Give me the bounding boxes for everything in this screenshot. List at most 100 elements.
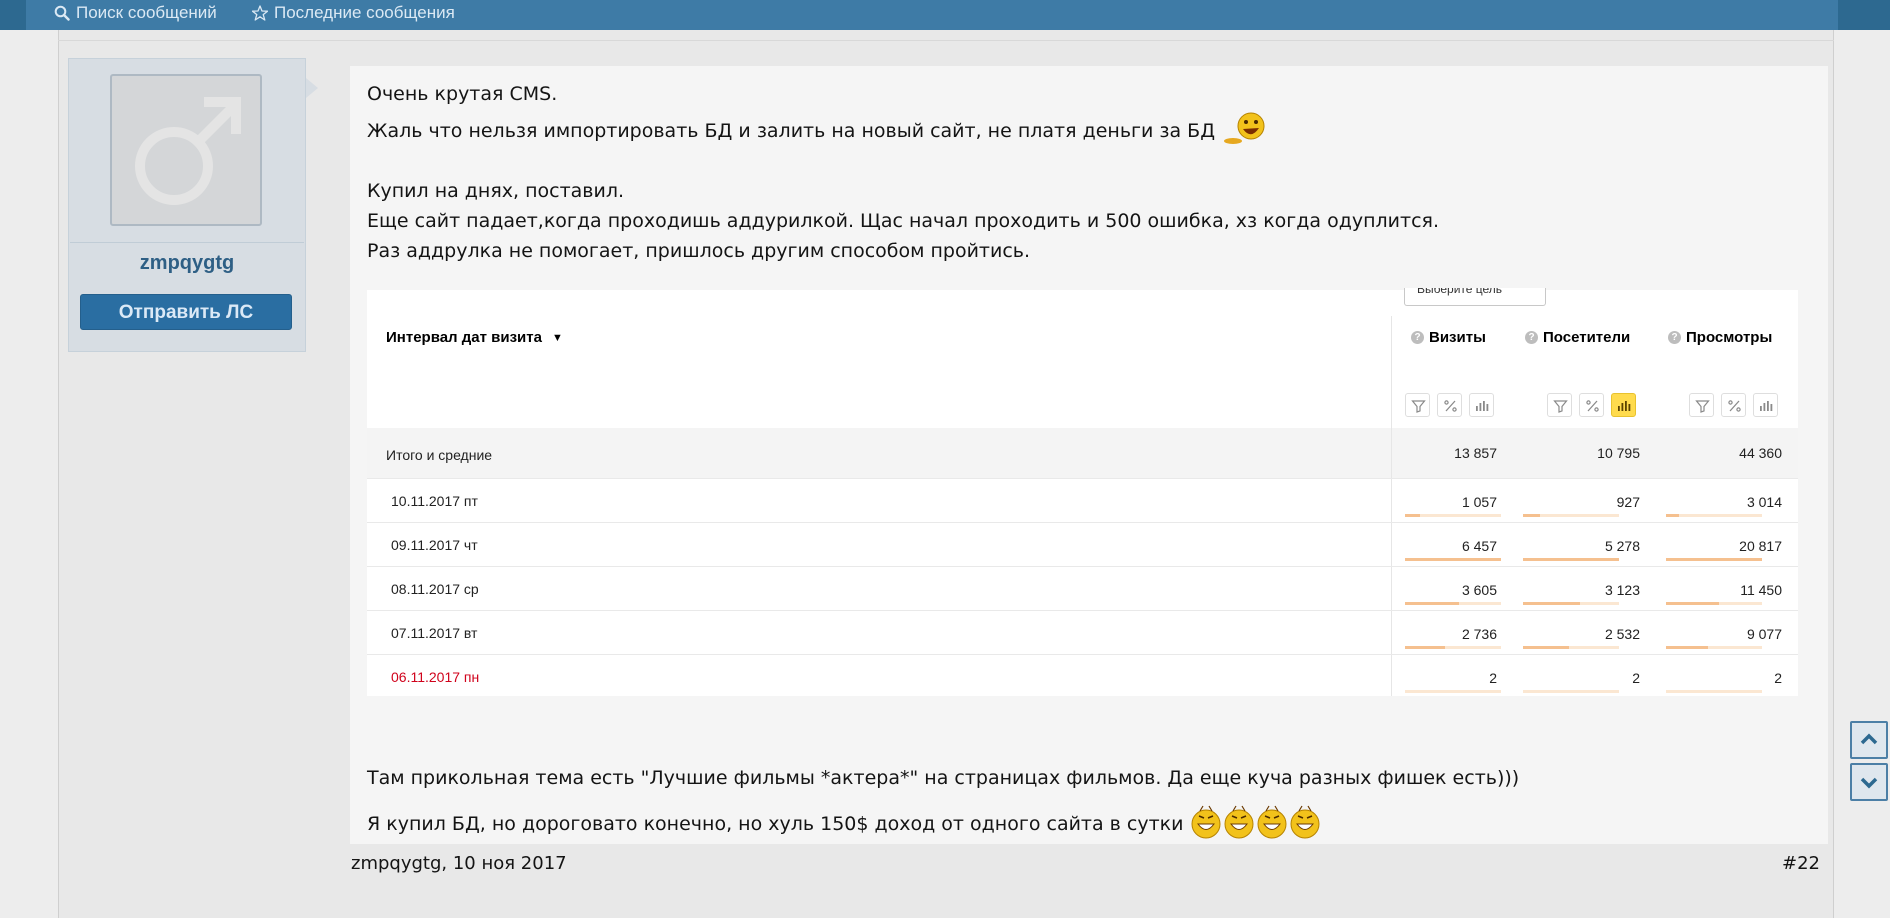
post-number-link[interactable]: #22 <box>1782 853 1820 874</box>
filter-tool-button <box>1689 393 1714 417</box>
share-bar <box>1523 602 1619 605</box>
male-symbol-icon <box>135 97 241 205</box>
goal-select: Выберите цель <box>1404 288 1546 306</box>
row-date: 07.11.2017 вт <box>391 625 478 641</box>
scroll-down-button[interactable] <box>1850 763 1888 801</box>
help-icon: ? <box>1411 331 1424 344</box>
search-icon <box>54 5 70 21</box>
pageviews-header-label: Просмотры <box>1686 329 1773 346</box>
bar-chart-icon <box>1618 401 1631 411</box>
percent-tool-button <box>1721 393 1746 417</box>
row-date: 08.11.2017 ср <box>391 581 479 597</box>
share-bar-fill <box>1523 558 1619 561</box>
percent-icon <box>1586 400 1599 412</box>
share-bar <box>1405 646 1501 649</box>
search-messages-label: Поиск сообщений <box>76 3 217 22</box>
total-pageviews: 44 360 <box>1739 445 1782 461</box>
caret-down-icon: ▼ <box>551 331 563 344</box>
stats-column-divider <box>1391 316 1392 696</box>
percent-tool-button <box>1437 393 1462 417</box>
avatar[interactable] <box>110 74 262 226</box>
share-bar-fill <box>1666 514 1680 517</box>
message-line-7: Я купил БД, но дороговато конечно, но ху… <box>367 804 1322 845</box>
percent-icon <box>1728 400 1741 412</box>
chart-tool-button <box>1469 393 1494 417</box>
chart-tool-button <box>1753 393 1778 417</box>
send-private-message-button[interactable]: Отправить ЛС <box>80 294 292 330</box>
share-bar <box>1666 690 1762 693</box>
row-value: 2 <box>1774 670 1782 686</box>
message-line-2: Жаль что нельзя импортировать БД и залит… <box>367 112 1269 151</box>
bar-chart-icon <box>1760 401 1773 411</box>
recent-messages-label: Последние сообщения <box>274 3 455 22</box>
visitors-header-label: Посетители <box>1543 329 1631 346</box>
message-line-7-text: Я купил БД, но дороговато конечно, но ху… <box>367 813 1184 835</box>
visits-column-header: ? Визиты <box>1411 329 1486 346</box>
user-panel-pointer <box>306 78 318 98</box>
row-value: 927 <box>1616 494 1640 510</box>
share-bar <box>1666 602 1762 605</box>
row-separator <box>367 654 1798 655</box>
row-value: 3 605 <box>1461 582 1497 598</box>
percent-tool-button <box>1579 393 1604 417</box>
share-bar-fill <box>1405 514 1421 517</box>
search-messages-link[interactable]: Поиск сообщений <box>54 2 217 24</box>
share-bar <box>1523 514 1619 517</box>
total-visits: 13 857 <box>1454 445 1497 461</box>
share-bar-fill <box>1405 558 1501 561</box>
percent-icon <box>1444 400 1457 412</box>
post-author-date[interactable]: zmpqygtg, 10 ноя 2017 <box>351 853 567 874</box>
pageviews-column-header: ? Просмотры <box>1668 329 1772 346</box>
visitors-column-header: ? Посетители <box>1525 329 1630 346</box>
message-line-1: Очень крутая CMS. <box>367 83 558 105</box>
share-bar-fill <box>1666 646 1709 649</box>
top-navigation-bar: Поиск сообщений Последние сообщения <box>0 0 1890 30</box>
share-bar <box>1405 690 1501 693</box>
filter-tool-button <box>1405 393 1430 417</box>
row-value: 9 077 <box>1746 626 1782 642</box>
share-bar <box>1405 558 1501 561</box>
row-value: 2 736 <box>1461 626 1497 642</box>
row-value: 6 457 <box>1461 538 1497 554</box>
recent-messages-link[interactable]: Последние сообщения <box>252 2 455 24</box>
container-divider <box>58 40 1834 41</box>
help-icon: ? <box>1525 331 1538 344</box>
row-value: 3 014 <box>1746 494 1782 510</box>
row-value: 11 450 <box>1740 582 1782 598</box>
chart-tool-button <box>1611 393 1636 417</box>
share-bar <box>1523 558 1619 561</box>
username-link[interactable]: zmpqygtg <box>68 252 306 275</box>
laughing-emoji-icon <box>1190 804 1322 845</box>
interval-header-label: Интервал дат визита <box>386 329 542 346</box>
share-bar <box>1405 514 1501 517</box>
chevron-down-icon <box>1860 777 1878 789</box>
share-bar-fill <box>1666 602 1719 605</box>
row-separator <box>367 610 1798 611</box>
filter-icon <box>1411 400 1426 413</box>
share-bar <box>1666 558 1762 561</box>
row-date: 06.11.2017 пн <box>391 669 480 685</box>
row-separator <box>367 522 1798 523</box>
row-value: 1 057 <box>1461 494 1497 510</box>
chevron-up-icon <box>1860 733 1878 745</box>
row-value: 2 <box>1489 670 1497 686</box>
scroll-up-button[interactable] <box>1850 721 1888 759</box>
share-bar <box>1523 690 1619 693</box>
row-date: 09.11.2017 чт <box>391 537 478 553</box>
visits-header-label: Визиты <box>1429 329 1486 346</box>
filter-tool-button <box>1547 393 1572 417</box>
row-separator <box>367 478 1798 479</box>
row-value: 2 <box>1632 670 1640 686</box>
user-panel-divider <box>70 242 304 243</box>
row-separator <box>367 566 1798 567</box>
message-line-4: Еще сайт падает,когда проходишь аддурилк… <box>367 210 1439 232</box>
row-value: 2 532 <box>1604 626 1640 642</box>
share-bar-fill <box>1405 602 1459 605</box>
share-bar <box>1405 602 1501 605</box>
message-line-6: Там прикольная тема есть "Лучшие фильмы … <box>367 767 1520 789</box>
share-bar-fill <box>1523 646 1570 649</box>
share-bar-fill <box>1523 514 1541 517</box>
filter-icon <box>1695 400 1710 413</box>
laughing-emoji-icon <box>1221 112 1269 151</box>
share-bar <box>1666 514 1762 517</box>
